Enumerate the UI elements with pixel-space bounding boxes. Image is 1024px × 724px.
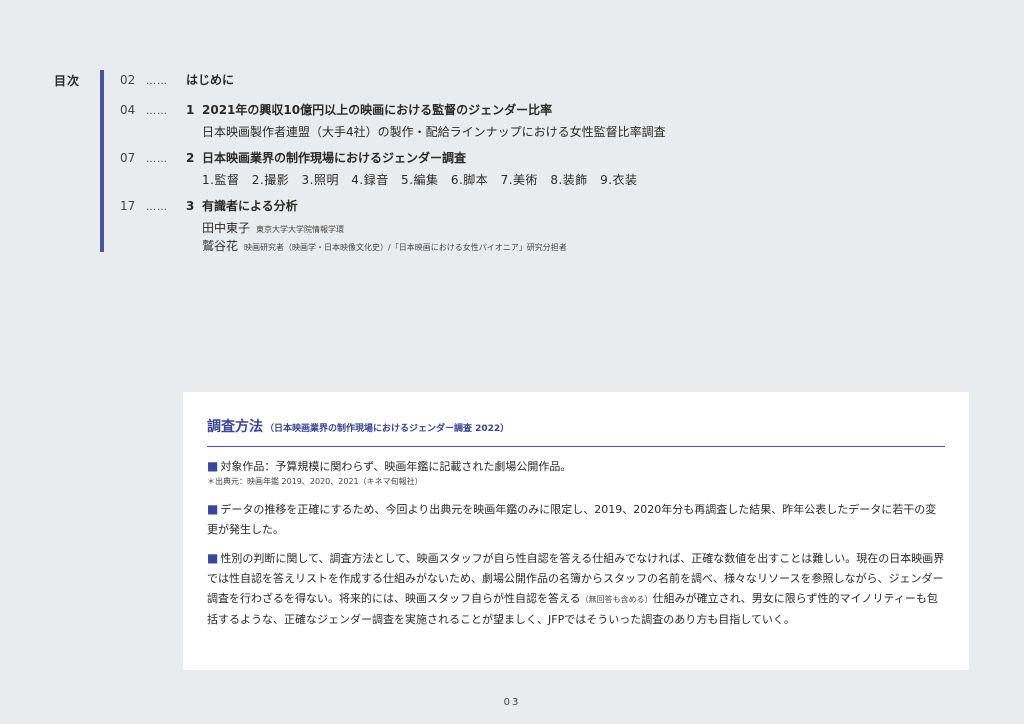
toc-entry[interactable]: 17 …… 3 有識者による分析	[120, 198, 666, 216]
chapter-number: 3	[186, 199, 195, 213]
person-name: 鷲谷花	[202, 239, 239, 253]
paragraph-parenthetical: （無回答も含める）	[580, 595, 653, 604]
person-role: 東京大学大学院情報学環	[256, 225, 345, 234]
toc-page-number: 04	[120, 103, 136, 117]
toc-title: はじめに	[186, 73, 235, 87]
toc-person: 鷲谷花 映画研究者（映画学・日本映像文化史）/「日本映画における女性パイオニア」研…	[202, 238, 666, 256]
method-paragraph: ■ 対象作品：予算規模に関わらず、映画年鑑に記載された劇場公開作品。	[207, 456, 947, 477]
toc-entry[interactable]: 04 …… 1 2021年の興収10億円以上の映画における監督のジェンダー比率	[120, 102, 666, 120]
method-title: 調査方法	[207, 419, 263, 435]
bullet-square-icon: ■	[207, 502, 219, 516]
chapter-number: 1	[186, 103, 195, 117]
toc-page-number: 17	[120, 199, 136, 213]
method-body: ■ 対象作品：予算規模に関わらず、映画年鑑に記載された劇場公開作品。 ＊出典元：映…	[207, 456, 947, 638]
bullet-square-icon: ■	[207, 551, 219, 565]
method-paragraph: ■ 性別の判断に関して、調査方法として、映画スタッフが自ら性自認を答える仕組みでな…	[207, 548, 947, 630]
toc-leader-dots: ……	[146, 76, 168, 87]
chapter-title: 2021年の興収10億円以上の映画における監督のジェンダー比率	[202, 103, 553, 117]
method-header: 調査方法 （日本映画業界の制作現場におけるジェンダー調査 2022）	[207, 416, 945, 447]
toc-entry[interactable]: 02 …… はじめに	[120, 72, 666, 90]
method-subtitle: （日本映画業界の制作現場におけるジェンダー調査 2022）	[265, 424, 510, 434]
toc-accent-bar	[100, 70, 104, 252]
toc-title: 1 2021年の興収10億円以上の映画における監督のジェンダー比率	[186, 102, 552, 118]
toc-leader-dots: ……	[146, 106, 168, 117]
method-box: 調査方法 （日本映画業界の制作現場におけるジェンダー調査 2022） ■ 対象作品：…	[183, 392, 969, 670]
person-role: 映画研究者（映画学・日本映像文化史）/「日本映画における女性パイオニア」研究分担…	[244, 243, 567, 252]
toc-person: 田中東子 東京大学大学院情報学環	[202, 220, 666, 238]
table-of-contents: 02 …… はじめに 04 …… 1 2021年の興収10億円以上の映画における監…	[120, 72, 666, 256]
paragraph-text: データの推移を正確にするため、今回より出典元を映画年鑑のみに限定し、2019、2…	[207, 503, 937, 536]
toc-title: 2 日本映画業界の制作現場におけるジェンダー調査	[186, 150, 466, 166]
toc-subtitle: 1.監督 2.撮影 3.照明 4.録音 5.編集 6.脚本 7.美術 8.装飾 …	[202, 173, 638, 187]
chapter-title: 日本映画業界の制作現場におけるジェンダー調査	[202, 151, 467, 165]
toc-leader-dots: ……	[146, 202, 168, 213]
toc-page-number: 07	[120, 151, 136, 165]
toc-subtitle: 日本映画製作者連盟（大手4社）の製作・配給ラインナップにおける女性監督比率調査	[202, 125, 666, 139]
method-paragraph: ■ データの推移を正確にするため、今回より出典元を映画年鑑のみに限定し、2019、…	[207, 499, 947, 540]
source-note: ＊出典元：映画年鑑 2019、2020、2021（キネマ旬報社）	[207, 477, 423, 486]
toc-page-number: 02	[120, 73, 136, 87]
chapter-number: 2	[186, 151, 195, 165]
paragraph-text: 対象作品：予算規模に関わらず、映画年鑑に記載された劇場公開作品。	[220, 460, 572, 473]
toc-title: 3 有識者による分析	[186, 198, 298, 214]
toc-entry[interactable]: 07 …… 2 日本映画業界の制作現場におけるジェンダー調査	[120, 150, 666, 168]
page-number: 03	[503, 697, 521, 708]
chapter-title: 有識者による分析	[202, 199, 298, 213]
bullet-square-icon: ■	[207, 459, 219, 473]
person-name: 田中東子	[202, 221, 251, 235]
toc-label: 目次	[54, 74, 81, 88]
toc-leader-dots: ……	[146, 154, 168, 165]
